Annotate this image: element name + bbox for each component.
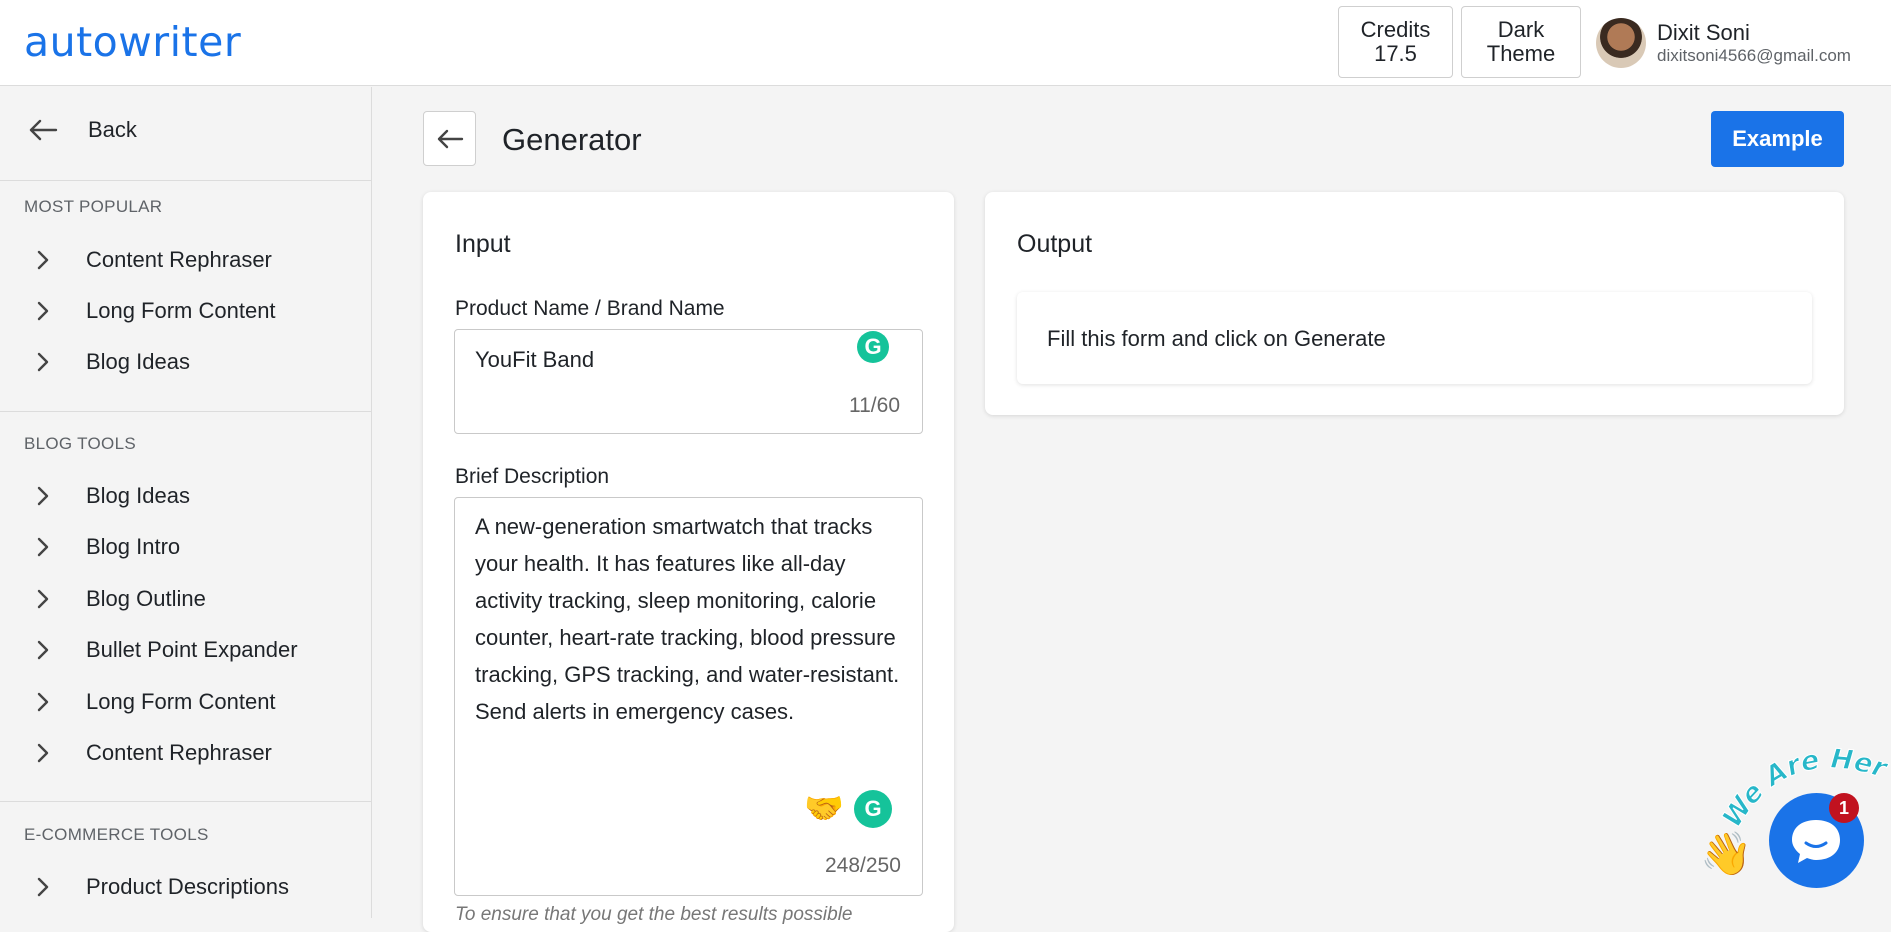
sidebar-item-label: Content Rephraser [86, 247, 272, 272]
grammarly-icon[interactable]: G [857, 331, 889, 363]
section-title-blog-tools: BLOG TOOLS [24, 434, 136, 453]
description-line: tracking, GPS tracking, and water-resist… [475, 662, 900, 687]
sidebar-divider [0, 411, 371, 412]
section-title-ecommerce-tools: E-COMMERCE TOOLS [24, 825, 209, 844]
chevron-right-icon [37, 301, 49, 321]
user-name[interactable]: Dixit Soni [1657, 20, 1750, 46]
arrow-left-icon [29, 119, 58, 141]
form-hint-text: To ensure that you get the best results … [455, 904, 853, 925]
chevron-right-icon [37, 250, 49, 270]
page-title: Generator [502, 122, 642, 157]
sidebar-item-blog-ideas[interactable]: Blog Ideas [36, 481, 190, 511]
sidebar-item-label: Product Descriptions [86, 874, 289, 899]
product-name-input[interactable] [454, 329, 923, 434]
arrow-left-icon [437, 129, 463, 148]
sidebar-item-blog-ideas[interactable]: Blog Ideas [36, 347, 190, 377]
theme-label-line-1: Dark [1497, 17, 1545, 42]
chevron-right-icon [37, 877, 49, 897]
grammarly-icon[interactable]: G [854, 790, 892, 828]
output-panel: Fill this form and click on Generate [1017, 292, 1812, 384]
sidebar-item-long-form-content[interactable]: Long Form Content [36, 296, 276, 326]
credits-button[interactable]: Credits 17.5 [1338, 6, 1453, 78]
input-card-title: Input [455, 230, 511, 258]
sidebar-item-label: Bullet Point Expander [86, 637, 298, 662]
description-line: counter, heart-rate tracking, blood pres… [475, 625, 896, 650]
sidebar-back-link[interactable]: Back [28, 117, 137, 143]
sidebar-item-label: Blog Ideas [86, 349, 190, 374]
sidebar-item-blog-intro[interactable]: Blog Intro [36, 532, 180, 562]
credits-label: Credits [1360, 17, 1431, 42]
brief-description-label: Brief Description [455, 465, 610, 488]
chevron-right-icon [37, 486, 49, 506]
description-line: activity tracking, sleep monitoring, cal… [475, 588, 877, 613]
sidebar-item-label: Long Form Content [86, 298, 276, 323]
sidebar-item-bullet-point-expander[interactable]: Bullet Point Expander [36, 635, 298, 665]
sidebar-divider [0, 180, 371, 181]
sidebar-divider [0, 801, 371, 802]
top-bar: autowriter Credits 17.5 Dark Theme Dixit… [0, 0, 1891, 86]
product-name-value: YouFit Band [475, 347, 595, 372]
theme-label-line-2: Theme [1486, 41, 1556, 66]
back-label: Back [88, 117, 137, 142]
page-back-button[interactable] [423, 111, 476, 166]
app-logo[interactable]: autowriter [24, 18, 241, 66]
sidebar-item-content-rephraser[interactable]: Content Rephraser [36, 738, 272, 768]
brief-description-counter: 248/250 [825, 854, 901, 877]
output-card-title: Output [1017, 230, 1093, 258]
description-line: Send alerts in emergency cases. [475, 699, 795, 724]
sidebar-item-long-form-content[interactable]: Long Form Content [36, 687, 276, 717]
chevron-right-icon [37, 743, 49, 763]
sidebar: Back MOST POPULAR Content Rephraser Long… [0, 87, 372, 918]
sidebar-item-product-descriptions[interactable]: Product Descriptions [36, 872, 289, 902]
waving-hand-icon: 👋 [1700, 830, 1753, 877]
chevron-right-icon [37, 537, 49, 557]
chevron-right-icon [37, 589, 49, 609]
product-name-label: Product Name / Brand Name [455, 297, 725, 320]
sidebar-item-label: Content Rephraser [86, 740, 272, 765]
sidebar-item-label: Long Form Content [86, 689, 276, 714]
description-line: A new-generation smartwatch that tracks [475, 514, 873, 539]
chat-notification-badge: 1 [1829, 793, 1859, 823]
chevron-right-icon [37, 352, 49, 372]
user-email: dixitsoni4566@gmail.com [1657, 46, 1851, 65]
sidebar-item-label: Blog Ideas [86, 483, 190, 508]
product-name-counter: 11/60 [849, 394, 900, 417]
chevron-right-icon [37, 640, 49, 660]
dark-theme-button[interactable]: Dark Theme [1461, 6, 1581, 78]
output-placeholder: Fill this form and click on Generate [1047, 326, 1386, 351]
sidebar-item-content-rephraser[interactable]: Content Rephraser [36, 245, 272, 275]
sidebar-item-label: Blog Intro [86, 534, 181, 559]
section-title-most-popular: MOST POPULAR [24, 197, 163, 216]
chevron-right-icon [37, 692, 49, 712]
sidebar-item-label: Blog Outline [86, 586, 206, 611]
description-line: your health. It has features like all-da… [475, 551, 846, 576]
example-button[interactable]: Example [1711, 111, 1844, 167]
brief-description-value: A new-generation smartwatch that tracks … [475, 508, 905, 730]
handshake-icon[interactable]: 🤝 [804, 789, 844, 827]
sidebar-item-blog-outline[interactable]: Blog Outline [36, 584, 206, 614]
user-avatar[interactable] [1596, 18, 1646, 68]
credits-value: 17.5 [1374, 41, 1417, 66]
